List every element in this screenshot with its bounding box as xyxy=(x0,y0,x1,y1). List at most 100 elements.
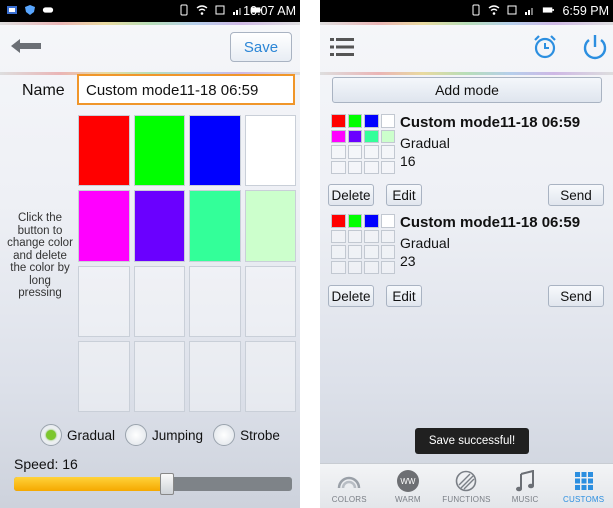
sim-icon xyxy=(215,5,225,15)
tab-label: FUNCTIONS xyxy=(442,495,491,504)
empty-color-cell[interactable] xyxy=(78,265,130,337)
radio-label: Gradual xyxy=(67,427,116,443)
mode-color-preview xyxy=(331,114,395,174)
hint-text: Click the button to change color and del… xyxy=(7,212,73,299)
mode-speed: 16 xyxy=(400,153,416,169)
tab-functions[interactable]: FUNCTIONS xyxy=(437,464,496,508)
mini-empty-cell xyxy=(364,160,379,174)
battery-icon xyxy=(542,7,554,13)
color-cell[interactable] xyxy=(189,190,241,262)
speed-slider-thumb[interactable] xyxy=(159,473,174,495)
radio-strobe[interactable]: Strobe xyxy=(213,424,280,446)
mini-color-cell xyxy=(331,114,346,128)
speed-slider-fill xyxy=(14,477,167,491)
empty-color-cell[interactable] xyxy=(189,340,241,412)
menu-list-icon[interactable] xyxy=(330,37,354,57)
mini-color-cell xyxy=(347,214,362,228)
mini-color-cell xyxy=(364,129,379,143)
send-button[interactable]: Send xyxy=(548,184,604,206)
status-time: 6:59 PM xyxy=(562,4,609,18)
vibrate-icon xyxy=(472,4,480,16)
empty-color-cell[interactable] xyxy=(244,265,296,337)
empty-color-cell[interactable] xyxy=(78,340,130,412)
edit-custom-mode-screen: 10:07 AM Save Name Custom mode11-18 06:5… xyxy=(0,0,300,508)
mini-empty-cell xyxy=(347,229,362,243)
shield-icon xyxy=(25,5,35,15)
tab-music[interactable]: MUSIC xyxy=(496,464,555,508)
color-cell[interactable] xyxy=(189,115,241,187)
tab-label: COLORS xyxy=(331,495,367,504)
status-bar: 10:07 AM xyxy=(0,0,300,22)
mini-color-cell xyxy=(347,114,362,128)
rainbow-divider xyxy=(320,72,613,75)
app-notification-icon xyxy=(7,6,17,14)
music-note-icon xyxy=(513,469,537,493)
send-button[interactable]: Send xyxy=(548,285,604,307)
mode-speed: 23 xyxy=(400,253,416,269)
color-cell[interactable] xyxy=(133,190,185,262)
edit-button[interactable]: Edit xyxy=(386,285,422,307)
mini-color-cell xyxy=(380,129,395,143)
mini-color-cell xyxy=(347,129,362,143)
alarm-clock-icon[interactable] xyxy=(532,34,558,60)
tab-label: MUSIC xyxy=(511,495,539,504)
mini-empty-cell xyxy=(364,229,379,243)
rainbow-icon xyxy=(337,469,361,493)
edit-button[interactable]: Edit xyxy=(386,184,422,206)
signal-icon xyxy=(525,8,533,15)
mini-color-cell xyxy=(331,129,346,143)
mini-empty-cell xyxy=(380,229,395,243)
wifi-icon xyxy=(488,5,500,15)
mini-empty-cell xyxy=(380,260,395,274)
name-input[interactable]: Custom mode11-18 06:59 xyxy=(77,74,295,105)
save-button[interactable]: Save xyxy=(230,32,292,62)
custom-mode-item[interactable]: Custom mode11-18 06:59 Gradual 23 Delete… xyxy=(320,214,613,310)
radio-gradual[interactable]: Gradual xyxy=(40,424,115,446)
color-cell[interactable] xyxy=(133,115,185,187)
functions-icon xyxy=(454,469,478,493)
mini-empty-cell xyxy=(331,145,346,159)
mini-empty-cell xyxy=(364,245,379,259)
custom-mode-item[interactable]: Custom mode11-18 06:59 Gradual 16 Delete… xyxy=(320,114,613,210)
empty-color-cell[interactable] xyxy=(189,265,241,337)
radio-label: Jumping xyxy=(152,427,204,443)
empty-color-cell[interactable] xyxy=(133,340,185,412)
color-grid xyxy=(78,115,296,412)
mini-empty-cell xyxy=(364,260,379,274)
radio-button[interactable] xyxy=(213,424,236,446)
color-cell[interactable] xyxy=(244,115,296,187)
wifi-icon xyxy=(196,5,208,15)
radio-label: Strobe xyxy=(240,427,280,443)
mini-empty-cell xyxy=(331,229,346,243)
tab-customs[interactable]: CUSTOMS xyxy=(554,464,613,508)
back-arrow-icon[interactable] xyxy=(10,38,42,54)
radio-button[interactable] xyxy=(40,424,62,446)
game-controller-icon xyxy=(42,7,54,13)
mode-type: Gradual xyxy=(400,235,450,251)
mini-color-cell xyxy=(380,214,395,228)
tab-warm[interactable]: WW WARM xyxy=(379,464,438,508)
speed-label: Speed: 16 xyxy=(14,456,78,472)
delete-button[interactable]: Delete xyxy=(328,184,374,206)
empty-color-cell[interactable] xyxy=(133,265,185,337)
tab-label: CUSTOMS xyxy=(563,495,605,504)
add-mode-button[interactable]: Add mode xyxy=(332,77,602,103)
mini-empty-cell xyxy=(364,145,379,159)
mini-empty-cell xyxy=(331,260,346,274)
radio-jumping[interactable]: Jumping xyxy=(125,424,203,446)
tab-colors[interactable]: COLORS xyxy=(320,464,379,508)
empty-color-cell[interactable] xyxy=(244,340,296,412)
radio-button[interactable] xyxy=(125,424,148,446)
speed-slider-track[interactable] xyxy=(14,477,292,491)
mode-title: Custom mode11-18 06:59 xyxy=(400,114,581,131)
vibrate-icon xyxy=(180,4,188,16)
delete-button[interactable]: Delete xyxy=(328,285,374,307)
mini-color-cell xyxy=(331,214,346,228)
color-cell[interactable] xyxy=(78,115,130,187)
power-icon[interactable] xyxy=(582,33,608,61)
status-time: 10:07 AM xyxy=(243,4,296,18)
color-cell[interactable] xyxy=(244,190,296,262)
color-cell[interactable] xyxy=(78,190,130,262)
mode-title: Custom mode11-18 06:59 xyxy=(400,214,581,231)
ww-badge: WW xyxy=(396,470,419,492)
